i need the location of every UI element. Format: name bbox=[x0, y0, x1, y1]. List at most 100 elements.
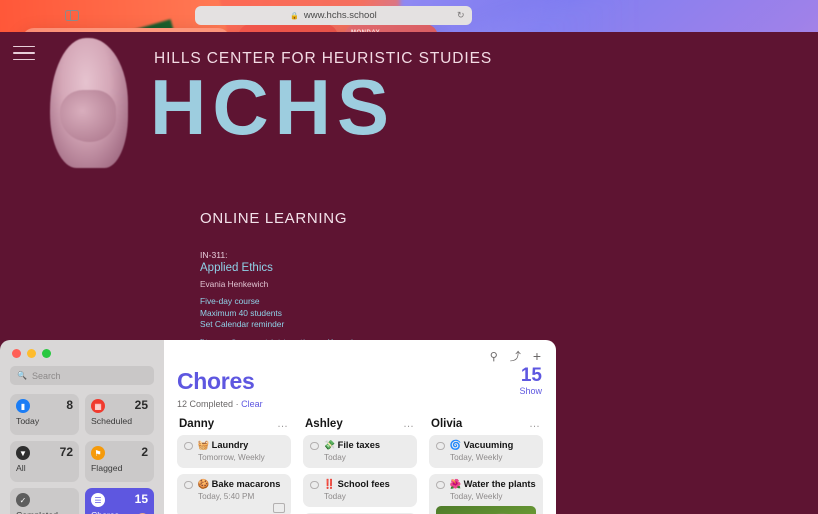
zoom-button[interactable] bbox=[42, 349, 51, 358]
course-code: IN-311: bbox=[200, 250, 228, 260]
task-checkbox[interactable] bbox=[310, 480, 319, 489]
task-card[interactable]: 🌺 Water the plants Today, Weekly bbox=[429, 474, 543, 514]
url-text: www.hchs.school bbox=[303, 10, 377, 21]
completed-count: 12 Completed bbox=[177, 399, 234, 409]
window-traffic-lights[interactable] bbox=[10, 340, 154, 366]
add-reminder-button[interactable]: + bbox=[533, 348, 541, 364]
task-card[interactable]: 🧺 Laundry Tomorrow, Weekly bbox=[177, 435, 291, 468]
safari-webpage: HILLS CENTER FOR HEURISTIC STUDIES HCHS … bbox=[0, 32, 818, 514]
column-danny: Danny … 🧺 Laundry Tomorrow, Weekly 🍪 Bak… bbox=[177, 418, 291, 514]
column-menu-icon[interactable]: … bbox=[277, 419, 289, 430]
task-meta: Today, Weekly bbox=[450, 492, 503, 501]
column-title: Olivia bbox=[431, 418, 463, 430]
smart-list-count: 8 bbox=[66, 398, 73, 412]
smart-list-label: Flagged bbox=[91, 463, 123, 473]
column-title: Danny bbox=[179, 418, 215, 430]
task-meta: Today bbox=[324, 492, 346, 501]
online-learning-heading: ONLINE LEARNING bbox=[200, 210, 348, 227]
smart-list-count: 15 bbox=[134, 492, 148, 506]
reminders-main: ⚲ ⤴ + Chores 12 Completed · Clear 15 Sho… bbox=[164, 340, 556, 514]
task-card[interactable]: ‼️ School fees Today bbox=[303, 474, 417, 507]
task-text: Water the plants bbox=[463, 479, 536, 489]
smart-list-label: Completed bbox=[16, 510, 73, 514]
smart-list-all[interactable]: ▼ 72 All bbox=[10, 441, 79, 482]
task-title: 🍪 Bake macarons bbox=[198, 479, 281, 491]
task-emoji: 💸 bbox=[323, 440, 336, 450]
smart-list-scheduled[interactable]: ▦ 25 Scheduled bbox=[85, 394, 154, 435]
task-emoji: ‼️ bbox=[323, 479, 336, 489]
task-meta: Today, 5:40 PM bbox=[198, 492, 255, 501]
course-title[interactable]: Applied Ethics bbox=[200, 262, 370, 274]
reminders-window[interactable]: 🔍 Search ▮ 8 Today ▦ 25 Scheduled ▼ 72 A… bbox=[0, 340, 556, 514]
calendar-icon: ▮ bbox=[16, 399, 30, 413]
column-menu-icon[interactable]: … bbox=[529, 419, 541, 430]
column-ashley: Ashley … 💸 File taxes Today ‼️ School fe… bbox=[303, 418, 417, 514]
safari-window[interactable]: 🎓 School ▾ ‹ › 🔒 www.hchs.school ↻ ⤴ + ⧉… bbox=[0, 0, 818, 514]
task-text: Vacuuming bbox=[463, 440, 514, 450]
task-card[interactable]: 🍪 Bake macarons Today, 5:40 PM bbox=[177, 474, 291, 514]
column-olivia: Olivia … 🌀 Vacuuming Today, Weekly 🌺 Wat… bbox=[429, 418, 543, 514]
column-header: Olivia … bbox=[429, 418, 543, 435]
smart-list-count: 2 bbox=[141, 445, 148, 459]
task-card[interactable]: 💸 File taxes Today bbox=[303, 435, 417, 468]
task-meta: Today bbox=[324, 453, 346, 462]
completed-summary: 12 Completed · Clear bbox=[177, 399, 543, 409]
task-text: Bake macarons bbox=[211, 479, 281, 489]
search-input[interactable]: 🔍 Search bbox=[10, 366, 154, 385]
reminders-toolbar[interactable]: ⚲ ⤴ + bbox=[177, 340, 543, 364]
task-checkbox[interactable] bbox=[184, 480, 193, 489]
smart-list-today[interactable]: ▮ 8 Today bbox=[10, 394, 79, 435]
course-details: IN-311: Applied Ethics Evania Henkewich … bbox=[200, 250, 370, 382]
total-count: 15 bbox=[520, 365, 542, 386]
task-meta: Tomorrow, Weekly bbox=[198, 453, 265, 462]
reload-icon[interactable]: ↻ bbox=[457, 10, 465, 21]
smart-lists-grid: ▮ 8 Today ▦ 25 Scheduled ▼ 72 All ⚑ 2 Fl… bbox=[10, 394, 154, 514]
smart-list-label: All bbox=[16, 463, 26, 473]
address-bar[interactable]: 🔒 www.hchs.school ↻ bbox=[195, 6, 472, 25]
task-text: File taxes bbox=[337, 440, 381, 450]
scheduled-icon: ▦ bbox=[91, 399, 105, 413]
reminders-columns: Danny … 🧺 Laundry Tomorrow, Weekly 🍪 Bak… bbox=[177, 418, 543, 514]
task-title: ‼️ School fees bbox=[324, 479, 390, 491]
task-meta: Today, Weekly bbox=[450, 453, 503, 462]
smart-list-chores[interactable]: ☰ 15 Chores bbox=[85, 488, 154, 514]
attachment-badge-icon[interactable] bbox=[273, 503, 285, 513]
statue-beard bbox=[60, 90, 116, 142]
statue-image bbox=[50, 38, 128, 168]
task-checkbox[interactable] bbox=[184, 441, 193, 450]
column-title: Ashley bbox=[305, 418, 343, 430]
show-completed-button[interactable]: Show bbox=[519, 386, 542, 396]
task-text: School fees bbox=[337, 479, 390, 489]
task-attachment-photo-flowers[interactable] bbox=[436, 506, 536, 514]
sidebar-toggle-icon[interactable] bbox=[65, 9, 79, 22]
check-icon: ✓ bbox=[16, 493, 30, 507]
task-title: 🌀 Vacuuming bbox=[450, 440, 514, 452]
flag-icon: ⚑ bbox=[91, 446, 105, 460]
task-checkbox[interactable] bbox=[310, 441, 319, 450]
inbox-icon: ▼ bbox=[16, 446, 30, 460]
menu-icon[interactable] bbox=[13, 46, 35, 60]
task-checkbox[interactable] bbox=[436, 480, 445, 489]
lock-icon: 🔒 bbox=[290, 12, 299, 20]
reminders-sidebar: 🔍 Search ▮ 8 Today ▦ 25 Scheduled ▼ 72 A… bbox=[0, 340, 164, 514]
column-menu-icon[interactable]: … bbox=[403, 419, 415, 430]
column-header: Ashley … bbox=[303, 418, 417, 435]
share-people-icon[interactable]: ⚲ bbox=[490, 350, 498, 363]
task-emoji: 🧺 bbox=[197, 440, 210, 450]
clear-button[interactable]: Clear bbox=[241, 399, 263, 409]
task-emoji: 🌺 bbox=[449, 479, 462, 489]
task-checkbox[interactable] bbox=[436, 441, 445, 450]
course-meta[interactable]: Five-day course Maximum 40 students Set … bbox=[200, 296, 370, 331]
close-button[interactable] bbox=[12, 349, 21, 358]
column-header: Danny … bbox=[177, 418, 291, 435]
smart-list-flagged[interactable]: ⚑ 2 Flagged bbox=[85, 441, 154, 482]
smart-list-label: Scheduled bbox=[91, 416, 133, 426]
search-placeholder: Search bbox=[31, 370, 61, 381]
smart-list-completed[interactable]: ✓ Completed bbox=[10, 488, 79, 514]
minimize-button[interactable] bbox=[27, 349, 36, 358]
search-icon: 🔍 bbox=[17, 371, 27, 380]
task-title: 🌺 Water the plants bbox=[450, 479, 536, 491]
share-icon[interactable]: ⤴ bbox=[510, 348, 521, 364]
task-card[interactable]: 🌀 Vacuuming Today, Weekly bbox=[429, 435, 543, 468]
site-bigword: HCHS bbox=[150, 63, 396, 151]
